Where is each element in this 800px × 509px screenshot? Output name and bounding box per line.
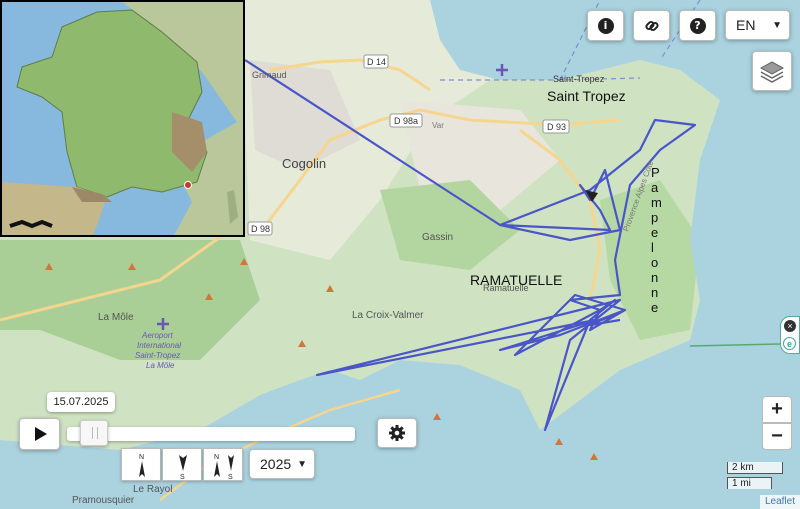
label-cogolin: Cogolin [282,156,326,171]
timeline-slider-handle[interactable] [80,420,108,446]
settings-button[interactable] [377,418,417,448]
north-south-arrow-icon: N S [214,454,234,481]
overview-map-canvas [2,2,243,235]
link-button[interactable] [633,10,670,41]
handle-grip [92,427,98,439]
label-gassin: Gassin [422,232,453,243]
help-icon: ? [689,17,706,34]
svg-text:S: S [180,474,185,481]
north-arrow-icon: N [139,454,145,477]
south-arrow-icon: S [179,455,187,481]
info-icon: i [597,17,614,34]
timeline-slider[interactable] [67,427,355,441]
svg-text:S: S [228,474,233,481]
year-value: 2025 [260,456,292,472]
zoom-in-button[interactable]: + [762,396,792,423]
road-label-var: Var [432,121,444,130]
label-ramatuelle: RAMATUELLE [470,272,562,288]
label-airport-line: International [137,341,181,350]
help-button[interactable]: ? [679,10,716,41]
label-le-rayol: Le Rayol [133,484,172,495]
label-airport-line: La Môle [146,361,175,370]
scale-mi: 1 mi [727,477,772,489]
location-marker [184,181,192,189]
overview-inset-map[interactable] [0,0,245,237]
zoom-out-button[interactable]: − [762,423,792,450]
label-pramousquier: Pramousquier [72,495,135,506]
attribution-link[interactable]: Leaflet [759,495,800,509]
chevron-down-icon: ▼ [297,459,307,470]
svg-text:N: N [214,454,219,461]
expand-icon[interactable]: e [783,337,796,350]
language-value: EN [736,17,756,33]
label-saint-tropez: Saint Tropez [547,88,626,104]
label-airport-line: Saint-Tropez [135,351,180,360]
label-airport-line: Aeroport [141,331,173,340]
layers-icon [759,61,785,83]
close-icon[interactable]: × [784,320,796,332]
label-grimaud: Grimaud [252,70,287,80]
south-up-button[interactable]: S [162,448,202,481]
year-select[interactable]: 2025 ▼ [249,449,315,479]
svg-text:N: N [139,454,144,461]
current-date-label: 15.07.2025 [47,392,115,412]
scale-km: 2 km [727,462,783,474]
label-la-mole: La Môle [98,312,134,323]
road-label-d93: D 93 [547,122,566,132]
label-saint-tropez-small: Saint-Tropez [553,74,605,84]
road-label-d98a: D 98a [394,116,418,126]
edge-panel-toggle[interactable]: × e [780,316,800,354]
language-select[interactable]: EN ▼ [725,10,790,40]
link-icon [644,20,659,31]
info-button[interactable]: i [587,10,624,41]
label-la-croix-valmer: La Croix-Valmer [352,310,424,321]
road-label-d14: D 14 [367,57,386,67]
north-south-button[interactable]: N S [203,448,243,481]
play-icon [34,427,47,441]
gear-icon [389,425,405,441]
road-label-d98: D 98 [251,224,270,234]
north-up-button[interactable]: N [121,448,161,481]
play-button[interactable] [19,418,60,450]
layers-button[interactable] [752,51,792,91]
chevron-down-icon: ▼ [772,20,782,31]
